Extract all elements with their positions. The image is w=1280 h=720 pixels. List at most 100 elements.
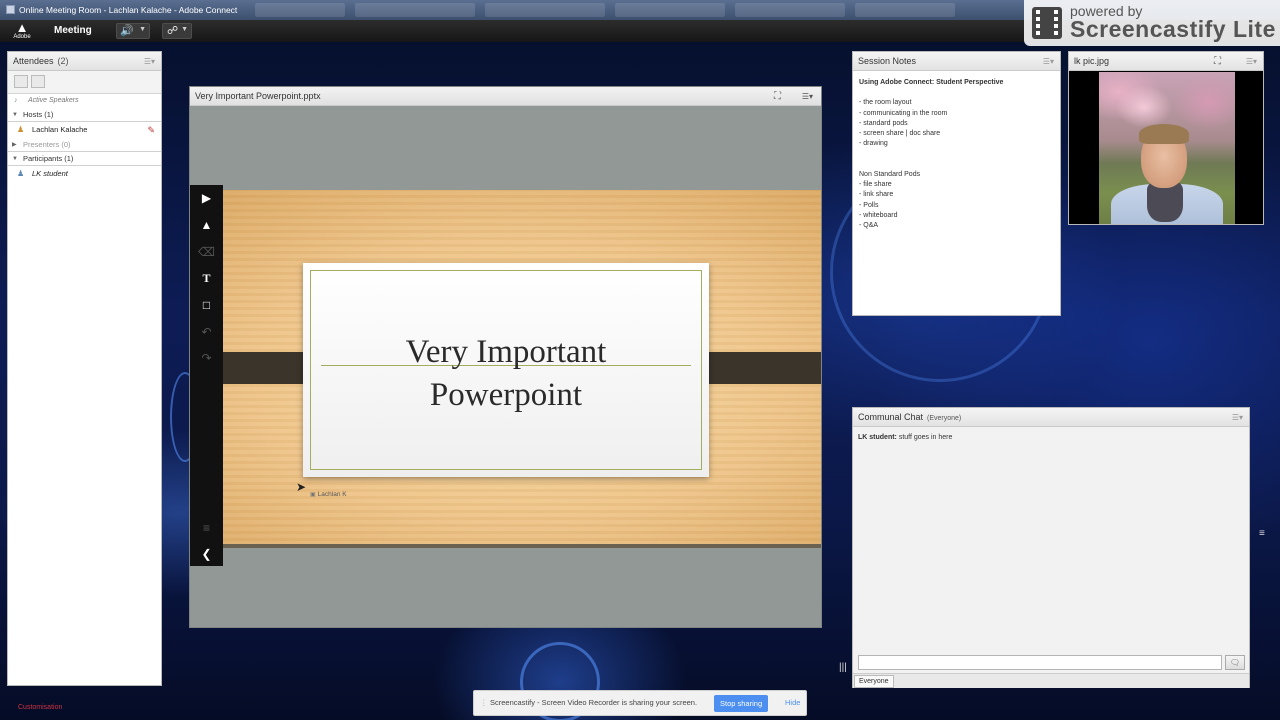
share-pod-header: Very Important Powerpoint.pptx ⛶ ☰▾ [190, 87, 821, 106]
slide-title-card: Very Important Powerpoint [303, 263, 709, 477]
participant-name: LK student [32, 169, 68, 178]
presenter-cursor-icon: ▣ [310, 492, 316, 498]
host-user-icon: ♟ [17, 125, 25, 134]
list-view-button[interactable] [14, 75, 28, 88]
slide-viewport: Very Important Powerpoint ➤ ▣ Lachlan K ▶… [190, 106, 821, 627]
pod-menu-icon[interactable]: ☰▾ [1246, 52, 1257, 71]
notes-spacer [859, 150, 1054, 160]
participant-user-icon: ♟ [17, 169, 25, 178]
text-tool-icon[interactable]: T [196, 268, 217, 288]
chat-title: Communal Chat [858, 412, 924, 422]
attendees-count: (2) [57, 56, 69, 66]
presenter-cursor-label: ▣ Lachlan K [310, 491, 347, 498]
background-window-tab[interactable] [855, 3, 955, 17]
redo-icon[interactable]: ↷ [196, 348, 217, 368]
pod-resize-handle[interactable]: ||| [839, 662, 847, 673]
background-window-tab[interactable] [485, 3, 605, 17]
chat-message-sender: LK student: [858, 434, 897, 441]
film-strip-icon [1032, 7, 1062, 39]
photo-hair [1139, 124, 1189, 144]
screencastify-watermark: powered by Screencastify Lite [1024, 0, 1280, 46]
speaker-icon: 🔊 [120, 25, 134, 37]
presenters-section[interactable]: ▶ Presenters (0) [8, 138, 161, 152]
share-pod: Very Important Powerpoint.pptx ⛶ ☰▾ Very… [189, 86, 822, 628]
pod-menu-icon[interactable]: ☰▾ [144, 52, 155, 71]
notes-item: - Polls [859, 201, 879, 209]
background-window-tab[interactable] [255, 3, 345, 17]
communal-chat-pod: Communal Chat (Everyone) ☰▾ LK student: s… [852, 407, 1250, 688]
adobe-logo-icon: ▲ Adobe [13, 20, 31, 40]
slide-title-line-1: Very Important [405, 334, 607, 370]
send-chat-icon[interactable]: 🗨 [1225, 655, 1245, 670]
pod-menu-icon[interactable]: ☰▾ [802, 87, 813, 106]
share-pod-title: Very Important Powerpoint.pptx [195, 91, 321, 101]
layers-icon[interactable]: ≡ [196, 518, 217, 538]
notes-item: - the room layout [859, 99, 912, 107]
chevron-down-icon: ▼ [181, 26, 188, 33]
chevron-down-icon: ▼ [12, 112, 18, 118]
participants-label: Participants (1) [23, 154, 74, 163]
bottom-left-fragment: Customisation [18, 704, 63, 711]
share-notification-message: Screencastify - Screen Video Recorder is… [490, 698, 698, 707]
active-speakers-label: Active Speakers [28, 97, 79, 104]
attendees-pod-header: Attendees (2) ☰▾ [8, 52, 161, 71]
chat-message-text: stuff goes in here [896, 434, 953, 441]
hide-notification-link[interactable]: Hide [785, 691, 800, 715]
camera-pod-header: lk pic.jpg ⛶ ☰▾ [1069, 52, 1263, 71]
notes-item: - Q&A [859, 222, 879, 230]
background-window-tab[interactable] [735, 3, 845, 17]
chat-input[interactable] [858, 655, 1222, 670]
drag-handle-icon[interactable]: ⋮ [480, 691, 488, 715]
notes-spacer [859, 160, 1054, 170]
pod-menu-icon[interactable]: ☰▾ [1043, 52, 1054, 71]
chat-tab-everyone[interactable]: Everyone [854, 675, 894, 688]
fullscreen-icon[interactable]: ⛶ [774, 87, 781, 106]
camera-title: lk pic.jpg [1074, 56, 1110, 66]
notes-item: - screen share | doc share [859, 130, 941, 138]
pencil-tool-icon[interactable]: ▲ [196, 215, 217, 235]
meeting-menu[interactable]: Meeting [54, 25, 92, 36]
cursor-label-text: Lachlan K [317, 491, 347, 498]
chat-tabs: Everyone [853, 673, 1249, 688]
chat-scope: (Everyone) [927, 415, 962, 422]
stop-sharing-button[interactable]: Stop sharing [714, 695, 769, 712]
trash-icon[interactable]: ⌫ [196, 242, 217, 262]
rectangle-tool-icon[interactable]: □ [196, 295, 217, 315]
session-notes-pod: Session Notes ☰▾ Using Adobe Connect: St… [852, 51, 1061, 316]
notes-content[interactable]: Using Adobe Connect: Student Perspective… [859, 78, 1054, 232]
adobe-logo-text: Adobe [13, 34, 31, 40]
pointer-tool-icon[interactable]: ▶ [196, 188, 217, 208]
fullscreen-icon[interactable]: ⛶ [1214, 52, 1221, 71]
participants-section[interactable]: ▼ Participants (1) [8, 152, 161, 166]
background-window-tab[interactable] [355, 3, 475, 17]
notes-item: - standard pods [859, 119, 908, 127]
speaker-toggle-button[interactable]: 🔊 ▼ [116, 23, 150, 39]
chevron-left-icon[interactable]: ❮ [196, 544, 217, 564]
pod-menu-icon[interactable]: ☰▾ [1232, 408, 1243, 427]
side-panel-handle[interactable]: ≡ [1259, 528, 1265, 539]
drawing-toolbar: ▶ ▲ ⌫ T □ ↶ ↷ ≡ ❮ [190, 185, 223, 566]
notes-subheading: Non Standard Pods [859, 170, 921, 178]
camera-pod: lk pic.jpg ⛶ ☰▾ [1068, 51, 1264, 225]
active-speakers-row: ♪ Active Speakers [8, 94, 161, 108]
hosts-label: Hosts (1) [23, 110, 54, 119]
webcam-toggle-button[interactable]: ☍ ▼ [162, 23, 192, 39]
chat-pod-header: Communal Chat (Everyone) ☰▾ [853, 408, 1249, 427]
background-window-tab[interactable] [615, 3, 725, 17]
hosts-section[interactable]: ▼ Hosts (1) [8, 108, 161, 122]
notes-item: - communicating in the room [859, 109, 948, 117]
chevron-down-icon: ▼ [12, 156, 18, 162]
notes-item: - drawing [859, 140, 888, 148]
presenters-label: Presenters (0) [23, 140, 71, 149]
notes-heading: Using Adobe Connect: Student Perspective [859, 79, 1004, 86]
app-window-icon [6, 5, 15, 14]
undo-icon[interactable]: ↶ [196, 322, 217, 342]
attendees-view-toolbar [8, 71, 161, 94]
attendees-pod: Attendees (2) ☰▾ ♪ Active Speakers ▼ Host… [7, 51, 162, 686]
attendee-row-participant[interactable]: ♟ LK student [8, 167, 161, 181]
attendee-row-host[interactable]: ♟ Lachlan Kalache ✎ [8, 123, 161, 137]
mouse-pointer-icon: ➤ [296, 480, 307, 494]
photo-scarf [1147, 182, 1183, 222]
host-name: Lachlan Kalache [32, 125, 88, 134]
status-view-button[interactable] [31, 75, 45, 88]
